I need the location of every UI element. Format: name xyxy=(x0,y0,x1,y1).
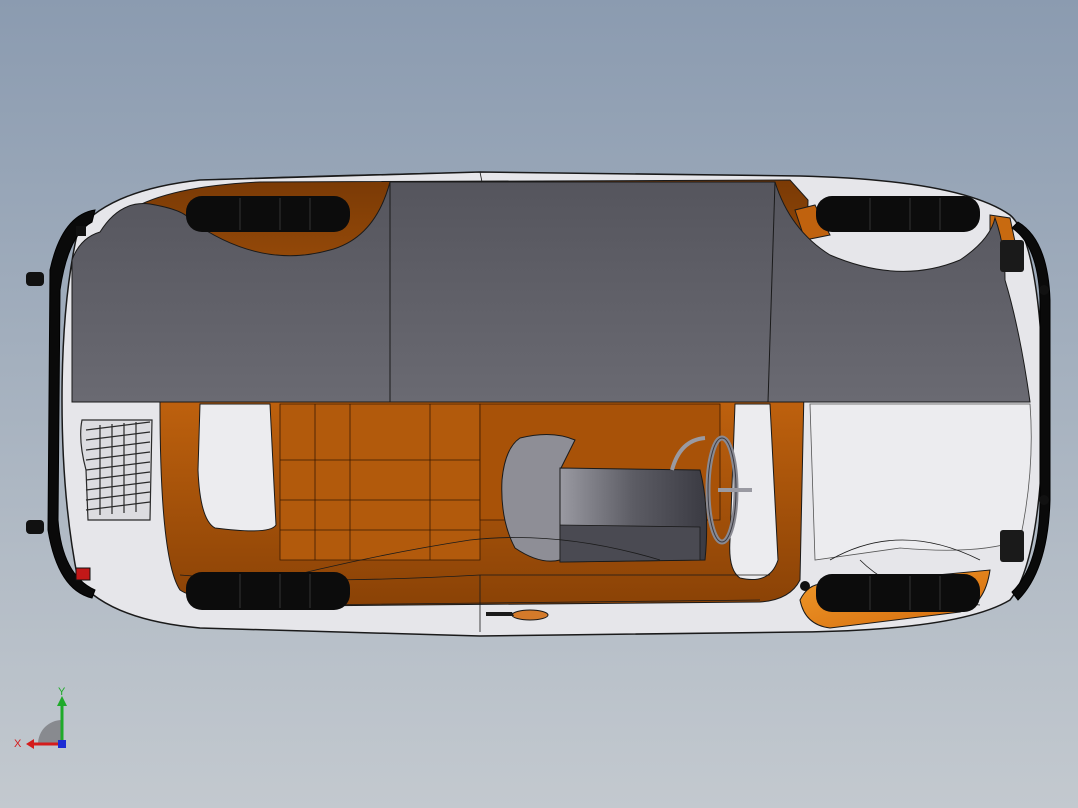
front-trunk-area xyxy=(809,403,1032,561)
rear-window-left xyxy=(197,403,277,532)
triad-x-arrow xyxy=(26,739,34,749)
tire-rear-right xyxy=(186,572,350,610)
car-model-topview[interactable] xyxy=(0,0,1078,808)
tire-front-right xyxy=(816,574,980,612)
engine-grille xyxy=(80,419,153,521)
tire-front-left xyxy=(816,196,980,232)
door-handle xyxy=(486,612,514,616)
triad-y-label: Y xyxy=(58,686,66,698)
graphics-viewport[interactable]: Y X xyxy=(0,0,1078,808)
coordinate-triad: Y X xyxy=(14,686,67,750)
mirror-right xyxy=(800,581,810,591)
door-emblem xyxy=(511,609,549,621)
tire-rear-left xyxy=(186,196,350,232)
triad-z-axis xyxy=(58,740,66,748)
triad-x-label: X xyxy=(14,738,22,750)
